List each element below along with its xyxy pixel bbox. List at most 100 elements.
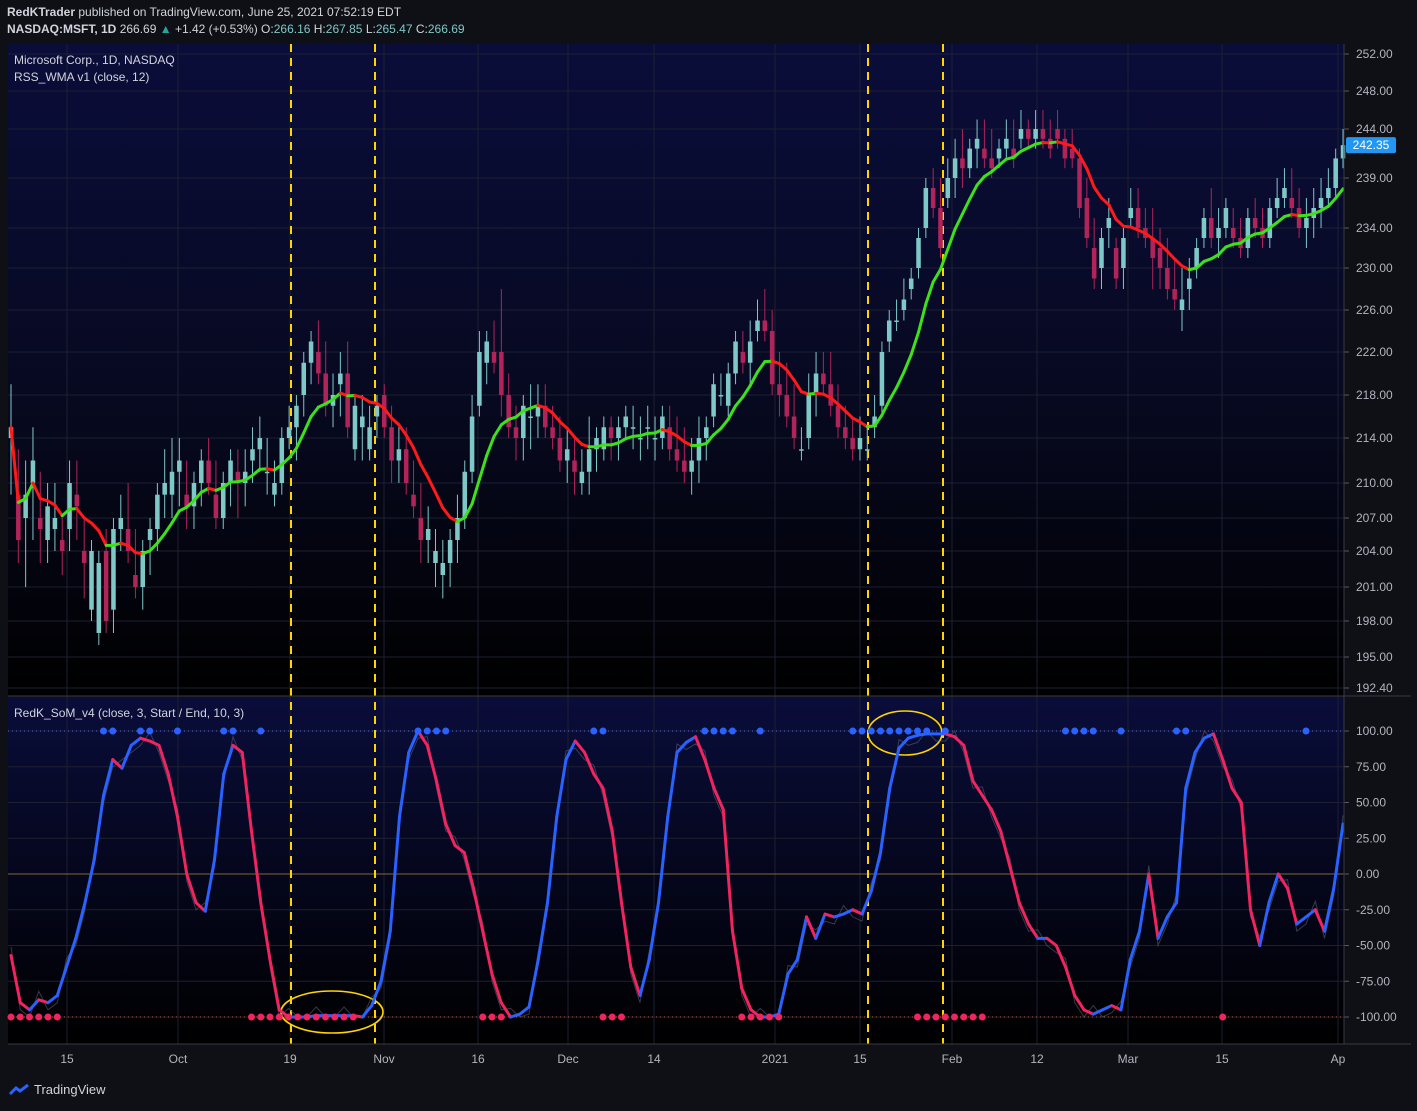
- candle-body: [1157, 248, 1163, 268]
- candle-body: [682, 460, 687, 472]
- osc-top-dot: [701, 727, 709, 735]
- y-tick-label: 192.40: [1356, 681, 1393, 695]
- candle-body: [52, 518, 58, 529]
- candle-body: [550, 427, 555, 438]
- candle-body: [250, 449, 255, 461]
- candle-body: [886, 320, 892, 342]
- candle-body: [704, 427, 709, 438]
- y-tick-label: -75.00: [1356, 974, 1390, 988]
- x-tick-label: Mar: [1118, 1052, 1139, 1066]
- osc-top-dot: [1173, 727, 1180, 735]
- last-price-label: 242.35: [1353, 138, 1390, 152]
- osc-top-dot: [1080, 727, 1088, 735]
- candle-body: [133, 575, 138, 587]
- osc-bottom-dot: [312, 1013, 320, 1021]
- candle-body: [96, 563, 102, 633]
- osc-bottom-dot: [747, 1013, 755, 1021]
- chart-svg[interactable]: 15 Oct 19 Nov 16 Dec 14 2021 15 Feb 12 Mar 15 Ap 252.0…: [0, 0, 1417, 1111]
- candle-body: [308, 341, 314, 363]
- x-tick-label: 14: [647, 1052, 661, 1066]
- candle-body: [352, 405, 358, 450]
- candle-body: [1326, 188, 1331, 198]
- candle-body: [301, 362, 307, 395]
- candle-body: [272, 483, 277, 495]
- candle-body: [206, 460, 211, 483]
- candle-body: [199, 460, 204, 483]
- osc-top-dot: [414, 727, 422, 735]
- candle-body: [528, 416, 533, 418]
- candle-body: [923, 188, 929, 228]
- candle-body: [286, 427, 292, 438]
- candle-body: [1026, 129, 1031, 139]
- candle-body: [484, 341, 489, 363]
- y-tick-label: 201.00: [1356, 580, 1393, 594]
- candle-body: [740, 352, 746, 363]
- candle-body: [630, 427, 636, 429]
- y-tick-label: 195.00: [1356, 650, 1393, 664]
- candle-body: [733, 341, 738, 374]
- candle-body: [411, 494, 416, 507]
- osc-top-dot: [904, 727, 912, 735]
- y-tick-label: 244.00: [1356, 122, 1393, 136]
- osc-bottom-dot: [53, 1013, 61, 1021]
- candle-body: [367, 427, 372, 450]
- candle-body: [996, 148, 1002, 159]
- footer-brand[interactable]: TradingView: [8, 1082, 106, 1097]
- x-tick-label: 15: [853, 1052, 867, 1066]
- osc-bottom-dot: [738, 1013, 746, 1021]
- y-tick-label: 0.00: [1356, 867, 1380, 881]
- osc-bottom-dot: [932, 1013, 940, 1021]
- candle-body: [155, 494, 160, 529]
- candle-body: [118, 518, 124, 529]
- candle-body: [103, 551, 109, 621]
- candle-body: [1106, 218, 1112, 228]
- osc-top-dot: [923, 727, 931, 735]
- osc-bottom-dot: [488, 1013, 496, 1021]
- candle-body: [1179, 299, 1185, 310]
- osc-bottom-dot: [349, 1013, 357, 1021]
- osc-top-dot: [941, 727, 949, 735]
- y-tick-label: 210.00: [1356, 476, 1393, 490]
- candle-body: [1289, 198, 1295, 208]
- osc-indicator-label[interactable]: RedK_SoM_v4 (close, 3, Start / End, 10, …: [14, 706, 244, 720]
- candle-body: [725, 373, 731, 406]
- candle-body: [689, 460, 694, 472]
- osc-top-dot: [1182, 727, 1190, 735]
- candle-body: [45, 506, 50, 540]
- osc-top-dot: [1089, 727, 1097, 735]
- y-tick-label: -50.00: [1356, 939, 1390, 953]
- candle-body: [747, 341, 753, 363]
- candle-body: [1077, 158, 1082, 208]
- osc-bottom-dot: [322, 1013, 329, 1021]
- candle-body: [1033, 129, 1038, 139]
- osc-bottom-dot: [294, 1013, 302, 1021]
- candle-body: [425, 529, 431, 540]
- candle-body: [469, 416, 475, 472]
- osc-bottom-dot: [248, 1013, 255, 1021]
- candle-body: [162, 483, 167, 495]
- osc-top-dot: [729, 727, 736, 735]
- y-tick-label: 218.00: [1356, 388, 1393, 402]
- candle-body: [579, 471, 585, 483]
- osc-bottom-dot: [941, 1013, 949, 1021]
- candle-body: [835, 405, 841, 428]
- osc-bottom-dot: [331, 1013, 339, 1021]
- candle-body: [696, 438, 702, 461]
- candle-body: [967, 148, 973, 169]
- candle-body: [360, 416, 365, 428]
- candle-body: [1318, 198, 1324, 208]
- x-tick-label: 19: [283, 1052, 297, 1066]
- candle-body: [67, 483, 72, 529]
- candle-body: [1091, 248, 1097, 279]
- ma-indicator-label[interactable]: RSS_WMA v1 (close, 12): [14, 70, 149, 84]
- candle-body: [960, 158, 965, 169]
- x-tick-label: Ap: [1331, 1052, 1346, 1066]
- osc-top-dot: [914, 727, 921, 735]
- candle-body: [777, 384, 782, 395]
- y-tick-label: -100.00: [1356, 1010, 1397, 1024]
- candle-body: [316, 352, 321, 374]
- y-tick-label: 214.00: [1356, 431, 1393, 445]
- candle-body: [1333, 158, 1338, 188]
- osc-bottom-dot: [756, 1013, 764, 1021]
- y-tick-label: 222.00: [1356, 345, 1393, 359]
